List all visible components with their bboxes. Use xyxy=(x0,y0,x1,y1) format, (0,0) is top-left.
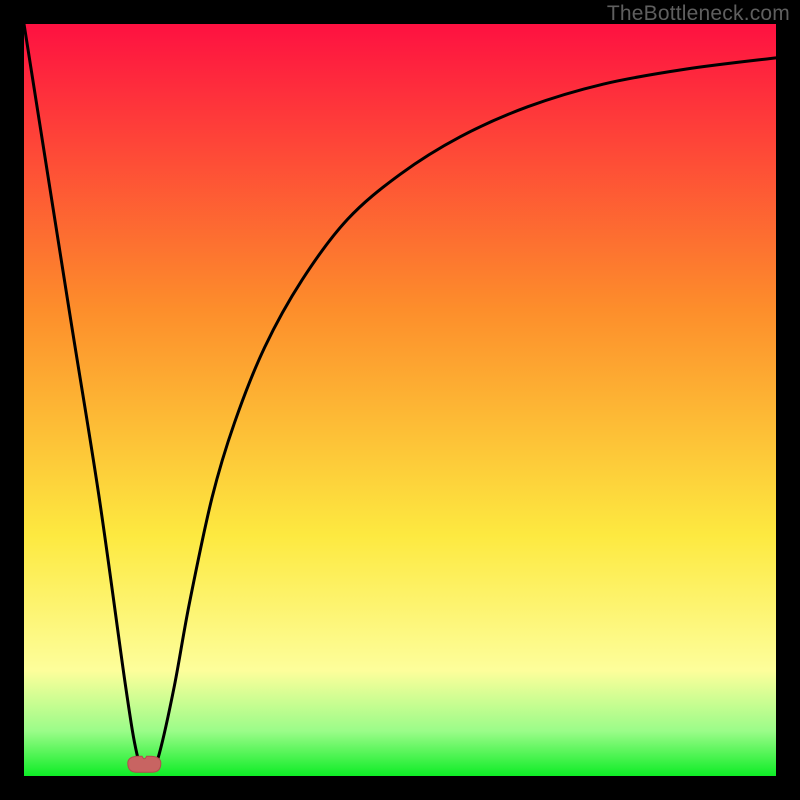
minimum-marker xyxy=(128,756,161,772)
watermark-text: TheBottleneck.com xyxy=(607,2,790,26)
bottleneck-chart xyxy=(24,24,776,776)
gradient-background xyxy=(24,24,776,776)
plot-area xyxy=(24,24,776,776)
chart-frame: TheBottleneck.com xyxy=(0,0,800,800)
